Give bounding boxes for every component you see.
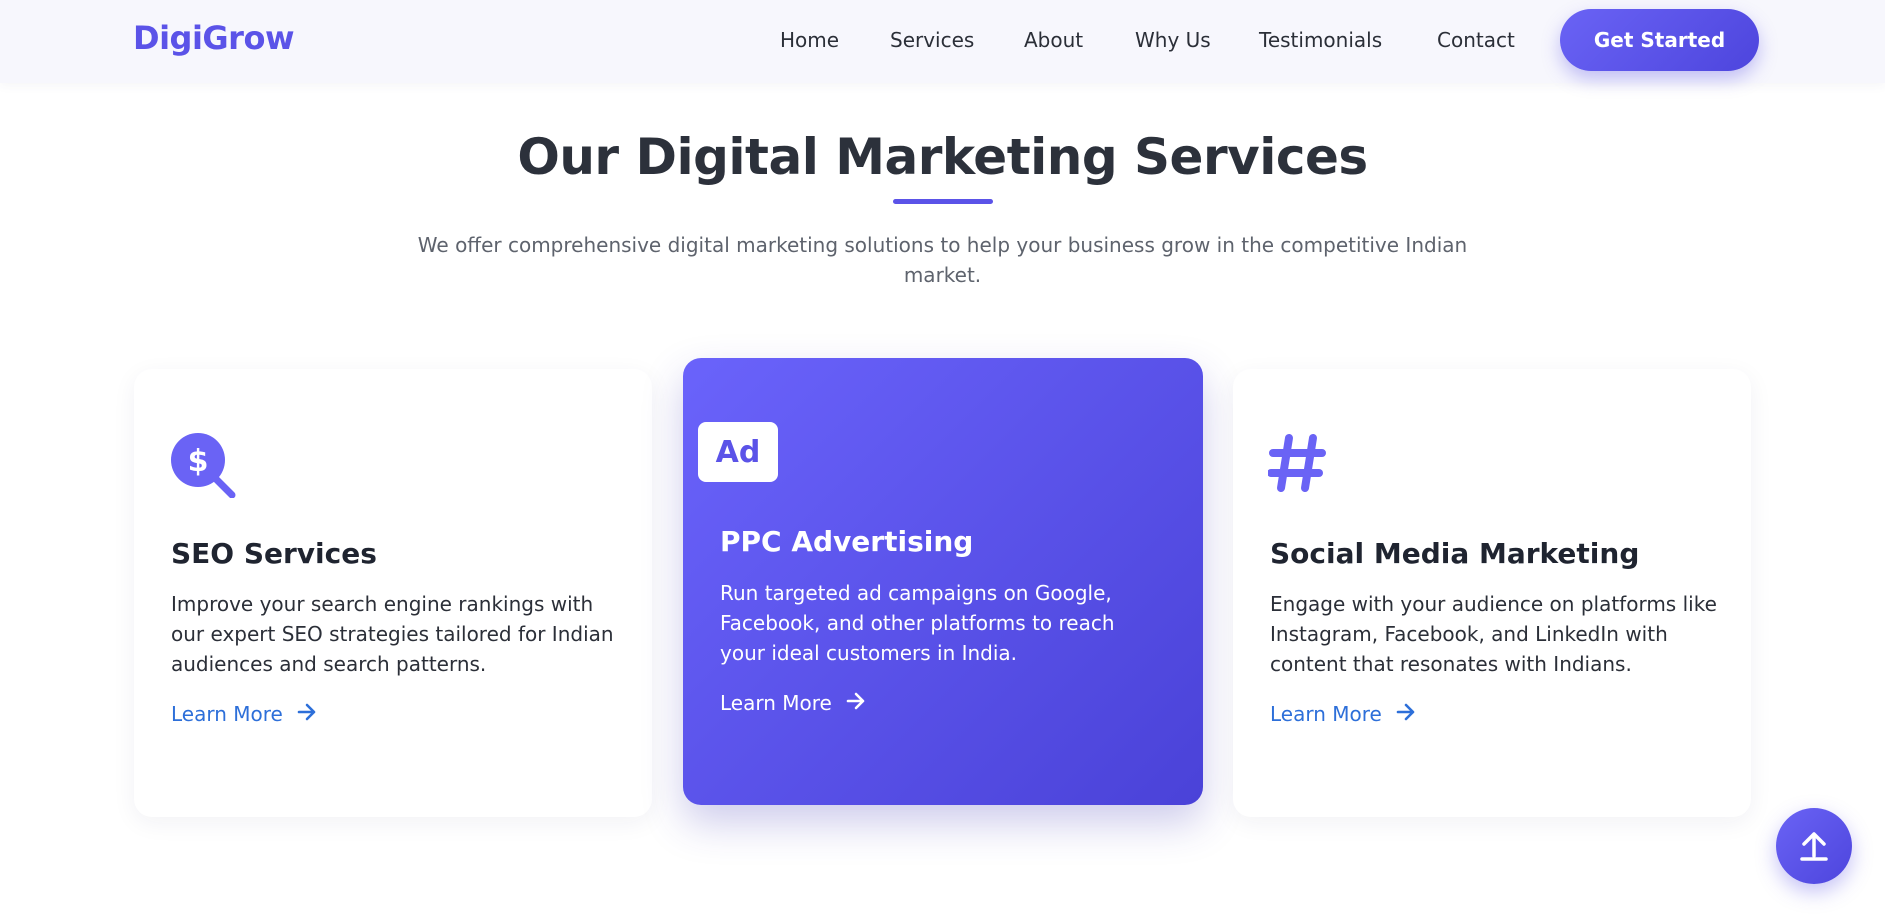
learn-more-link[interactable]: Learn More [1270,702,1416,726]
title-underline [893,199,993,204]
card-description: Engage with your audience on platforms l… [1270,592,1717,676]
ad-icon: Ad [698,422,778,482]
learn-more-label: Learn More [720,691,832,715]
get-started-button[interactable]: Get Started [1560,9,1759,71]
card-description: Improve your search engine rankings with… [171,592,614,676]
card-title: SEO Services [171,537,377,570]
service-card-ppc: Ad PPC Advertising Run targeted ad campa… [683,358,1203,805]
hashtag-icon [1267,433,1326,497]
arrow-right-icon [846,691,866,715]
section-title: Our Digital Marketing Services [517,128,1368,186]
nav-link-why-us[interactable]: Why Us [1135,28,1211,52]
logo[interactable]: DigiGrow [133,19,295,57]
arrow-right-icon [297,702,317,726]
service-card-seo: $ SEO Services Improve your search engin… [134,369,652,817]
section-subtitle: We offer comprehensive digital marketing… [417,233,1468,287]
seo-search-dollar-icon: $ [170,432,236,502]
nav-link-contact[interactable]: Contact [1437,28,1515,52]
learn-more-link[interactable]: Learn More [720,691,866,715]
arrow-up-icon [1798,828,1830,865]
scroll-to-top-button[interactable] [1776,808,1852,884]
learn-more-label: Learn More [171,702,283,726]
nav-link-testimonials[interactable]: Testimonials [1259,28,1382,52]
card-title: Social Media Marketing [1270,537,1640,570]
navbar: DigiGrow Home Services About Why Us Test… [0,0,1885,83]
ad-icon-text: Ad [715,434,761,470]
nav-link-services[interactable]: Services [890,28,974,52]
card-description: Run targeted ad campaigns on Google, Fac… [720,581,1115,665]
nav-link-about[interactable]: About [1024,28,1083,52]
svg-text:$: $ [188,444,209,479]
card-title: PPC Advertising [720,525,974,558]
nav-link-home[interactable]: Home [780,28,839,52]
arrow-right-icon [1396,702,1416,726]
learn-more-label: Learn More [1270,702,1382,726]
learn-more-link[interactable]: Learn More [171,702,317,726]
service-card-social: Social Media Marketing Engage with your … [1233,369,1751,817]
